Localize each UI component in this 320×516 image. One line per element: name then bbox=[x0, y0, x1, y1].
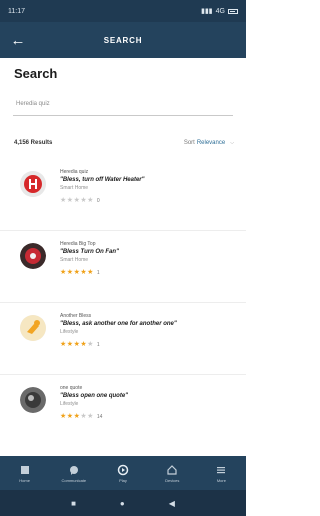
skill-icon bbox=[20, 171, 46, 197]
star-icon: ★ bbox=[66, 341, 74, 348]
list-item[interactable]: one quote "Bless open one quote" Lifesty… bbox=[0, 375, 246, 447]
app-bar: ← SEARCH bbox=[0, 22, 246, 58]
star-icon: ★ bbox=[73, 413, 80, 420]
item-author: Heredia Big Top bbox=[60, 241, 96, 247]
star-icon: ★ bbox=[80, 197, 87, 204]
rating-stars: ★ ★ ★ ★ ★ 1 bbox=[60, 269, 230, 277]
skill-icon bbox=[20, 315, 46, 341]
rating-count: 14 bbox=[96, 414, 103, 420]
item-quote: "Bless open one quote" bbox=[60, 393, 129, 399]
star-icon: ★ bbox=[66, 197, 74, 204]
star-icon: ★ bbox=[80, 413, 87, 420]
item-quote: "Bless, ask another one for another one" bbox=[60, 321, 177, 327]
nav-home[interactable]: Home bbox=[0, 456, 49, 490]
star-icon: ★ bbox=[66, 413, 74, 420]
status-time: 11:17 bbox=[8, 7, 25, 15]
list-item[interactable]: Heredia quiz "Bless, turn off Water Heat… bbox=[0, 159, 246, 231]
app-bar-title: SEARCH bbox=[103, 35, 143, 45]
item-category: Smart Home bbox=[60, 185, 89, 191]
item-author: Heredia quiz bbox=[60, 169, 89, 175]
rating-count: 0 bbox=[96, 198, 100, 204]
system-nav: ■ ● ◀ bbox=[0, 490, 246, 516]
rating-stars: ★ ★ ★ ★ ★ 14 bbox=[60, 413, 230, 421]
star-icon: ★ bbox=[73, 197, 80, 204]
nav-label: More bbox=[216, 477, 226, 483]
sort-dropdown[interactable]: Sort Relevance ⌵ bbox=[184, 140, 234, 146]
star-icon: ★ bbox=[66, 269, 74, 276]
recent-apps-icon[interactable]: ■ bbox=[71, 499, 76, 508]
back-triangle-icon[interactable]: ◀ bbox=[169, 499, 175, 508]
rating-count: 1 bbox=[96, 270, 100, 276]
results-count: 4,156 Results bbox=[14, 140, 53, 146]
list-item[interactable]: Another Bless "Bless, ask another one fo… bbox=[0, 303, 246, 375]
nav-label: Devices bbox=[165, 477, 180, 483]
item-quote: "Bless Turn On Fan" bbox=[60, 249, 119, 255]
nav-play[interactable]: Play bbox=[98, 456, 147, 490]
battery-icon bbox=[228, 8, 238, 14]
menu-icon bbox=[215, 464, 227, 476]
item-quote: "Bless, turn off Water Heater" bbox=[60, 177, 145, 183]
item-category: Smart Home bbox=[60, 257, 89, 263]
page-title: Search bbox=[14, 66, 58, 81]
star-icon: ★ bbox=[87, 269, 94, 276]
back-arrow-icon[interactable]: ← bbox=[0, 22, 36, 58]
nav-label: Play bbox=[119, 477, 127, 483]
item-author: one quote bbox=[60, 385, 83, 391]
devices-icon bbox=[166, 464, 178, 476]
star-icon: ★ bbox=[87, 341, 94, 348]
rating-stars: ★ ★ ★ ★ ★ 1 bbox=[60, 341, 230, 349]
item-author: Another Bless bbox=[60, 313, 92, 319]
star-icon: ★ bbox=[73, 341, 80, 348]
results-header: 4,156 Results Sort Relevance ⌵ bbox=[14, 137, 234, 149]
rating-stars: ★ ★ ★ ★ ★ 0 bbox=[60, 197, 230, 205]
bottom-nav: Home Communicate Play Devices More bbox=[0, 456, 246, 490]
star-icon: ★ bbox=[60, 269, 67, 276]
signal-icon: ▮▮▮ bbox=[201, 8, 213, 15]
chevron-down-icon: ⌵ bbox=[230, 140, 234, 146]
star-icon: ★ bbox=[80, 269, 87, 276]
play-icon bbox=[117, 464, 129, 476]
nav-label: Home bbox=[19, 477, 30, 483]
home-icon bbox=[19, 464, 31, 476]
skill-icon bbox=[20, 387, 46, 413]
status-bar: 11:17 ▮▮▮ 4G bbox=[0, 0, 246, 22]
sort-value: Relevance bbox=[196, 140, 226, 146]
chat-icon bbox=[68, 464, 80, 476]
nav-label: Communicate bbox=[61, 477, 87, 483]
item-category: Lifestyle bbox=[60, 401, 79, 407]
star-icon: ★ bbox=[60, 413, 67, 420]
results-list: Heredia quiz "Bless, turn off Water Heat… bbox=[0, 159, 246, 447]
home-button-icon[interactable]: ● bbox=[120, 499, 125, 508]
sort-label: Sort bbox=[183, 140, 195, 146]
star-icon: ★ bbox=[87, 413, 94, 420]
star-icon: ★ bbox=[87, 197, 94, 204]
list-item[interactable]: Heredia Big Top "Bless Turn On Fan" Smar… bbox=[0, 231, 246, 303]
skill-icon bbox=[20, 243, 46, 269]
network-label: 4G bbox=[215, 7, 225, 15]
star-icon: ★ bbox=[73, 269, 80, 276]
status-icons: ▮▮▮ 4G bbox=[201, 7, 238, 15]
star-icon: ★ bbox=[60, 341, 67, 348]
rating-count: 1 bbox=[96, 342, 100, 348]
star-icon: ★ bbox=[80, 341, 87, 348]
item-category: Lifestyle bbox=[60, 329, 79, 335]
star-icon: ★ bbox=[60, 197, 67, 204]
nav-communicate[interactable]: Communicate bbox=[49, 456, 98, 490]
nav-more[interactable]: More bbox=[197, 456, 246, 490]
nav-devices[interactable]: Devices bbox=[148, 456, 197, 490]
search-input[interactable]: Heredia quiz bbox=[13, 96, 233, 116]
